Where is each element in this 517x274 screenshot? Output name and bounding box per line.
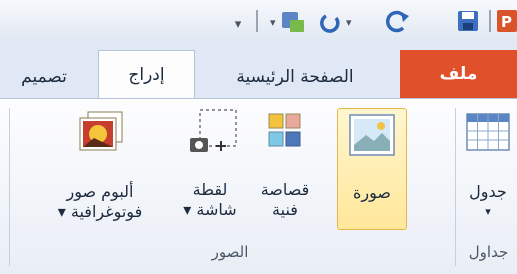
picture-button-label: صورة bbox=[353, 183, 391, 202]
svg-text:P: P bbox=[501, 13, 512, 31]
clipart-label-line1: قصاصة bbox=[260, 180, 310, 199]
table-button[interactable]: جدول ▾ bbox=[460, 108, 516, 233]
svg-text:▾: ▾ bbox=[346, 16, 352, 29]
screenshot-label-line2: شاشة ▾ bbox=[183, 200, 237, 219]
tab-design-label: تصميم bbox=[21, 66, 67, 87]
undo-button[interactable]: ▾ bbox=[316, 6, 376, 36]
repeat-icon bbox=[386, 10, 409, 33]
images-group-label: الصور bbox=[211, 243, 249, 261]
tables-group-label: جداول bbox=[468, 243, 509, 261]
group-separator bbox=[9, 108, 10, 266]
clipart-label-line2: فنية bbox=[272, 200, 298, 219]
photo-album-label-line2: فوتوغرافية ▾ bbox=[57, 202, 143, 221]
redo-icon: ▾ bbox=[270, 12, 304, 32]
tab-home-label: الصفحة الرئيسية bbox=[236, 66, 354, 87]
picture-icon bbox=[349, 114, 395, 156]
powerpoint-icon: P bbox=[497, 10, 517, 32]
qat-separator-2 bbox=[489, 10, 491, 32]
save-icon bbox=[458, 11, 478, 31]
table-button-label: جدول bbox=[469, 182, 507, 201]
chevron-down-icon: ▾ bbox=[485, 205, 491, 218]
tab-insert-label: إدراج bbox=[128, 65, 165, 85]
photo-album-icon bbox=[79, 111, 123, 151]
undo-icon: ▾ bbox=[320, 14, 352, 33]
clipart-button[interactable]: قصاصة فنية bbox=[255, 108, 315, 233]
repeat-button[interactable] bbox=[376, 6, 416, 36]
redo-button[interactable]: ▾ bbox=[266, 6, 310, 36]
qat-separator bbox=[256, 10, 258, 32]
app-icon[interactable]: P bbox=[495, 6, 517, 36]
svg-text:▾: ▾ bbox=[270, 16, 276, 29]
group-separator bbox=[455, 108, 456, 266]
screenshot-button[interactable]: لقطة شاشة ▾ bbox=[170, 108, 250, 233]
tab-insert[interactable]: إدراج bbox=[98, 50, 195, 99]
save-button[interactable] bbox=[452, 6, 484, 36]
title-bar bbox=[0, 0, 517, 44]
picture-button[interactable]: صورة bbox=[337, 108, 407, 230]
tab-file-label: ملف bbox=[439, 64, 478, 84]
photo-album-button[interactable]: ألبوم صور فوتوغرافية ▾ bbox=[40, 108, 160, 233]
clipart-icon bbox=[268, 113, 301, 147]
tab-file[interactable]: ملف bbox=[400, 50, 517, 98]
table-icon bbox=[466, 113, 510, 151]
screenshot-label-line1: لقطة bbox=[192, 180, 228, 199]
tab-home[interactable]: الصفحة الرئيسية bbox=[200, 55, 390, 98]
qat-customize-icon: ▾ bbox=[234, 16, 242, 32]
screenshot-icon bbox=[190, 109, 237, 152]
tab-design[interactable]: تصميم bbox=[0, 55, 88, 98]
qat-customize-button[interactable]: ▾ bbox=[228, 9, 248, 39]
photo-album-label-line1: ألبوم صور bbox=[66, 182, 134, 201]
